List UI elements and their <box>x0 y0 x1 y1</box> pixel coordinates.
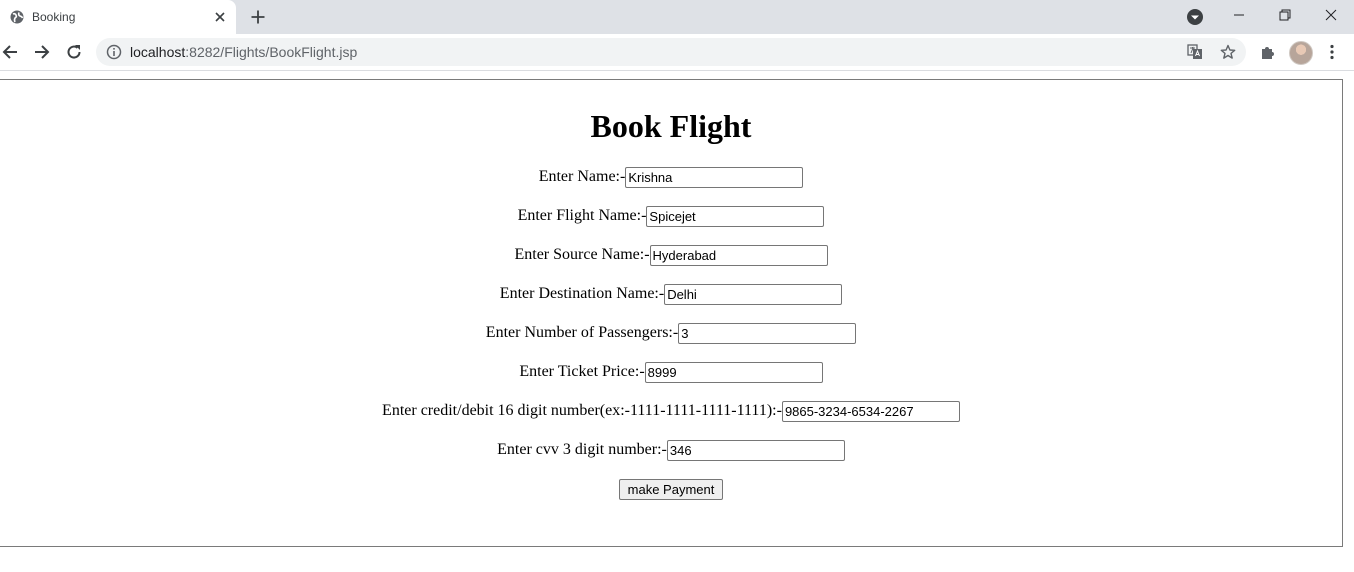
booking-form: Book Flight Enter Name:- Enter Flight Na… <box>0 80 1342 500</box>
make-payment-button[interactable]: make Payment <box>619 479 723 500</box>
bookmark-star-icon[interactable] <box>1219 43 1237 61</box>
name-row: Enter Name:- <box>0 167 1342 188</box>
tab-search-icon[interactable] <box>1186 8 1204 26</box>
url-host: localhost <box>130 44 186 60</box>
card-number-label: Enter credit/debit 16 digit number(ex:-1… <box>382 402 782 420</box>
browser-tab[interactable]: Booking <box>0 0 236 34</box>
passengers-input[interactable] <box>678 323 857 344</box>
cvv-label: Enter cvv 3 digit number:- <box>497 441 667 459</box>
cvv-row: Enter cvv 3 digit number:- <box>0 440 1342 461</box>
address-bar[interactable]: localhost:8282/Flights/BookFlight.jsp <box>96 38 1246 66</box>
price-label: Enter Ticket Price:- <box>519 363 645 381</box>
flight-name-input[interactable] <box>646 206 825 227</box>
page-viewport: Book Flight Enter Name:- Enter Flight Na… <box>0 79 1343 547</box>
profile-avatar[interactable] <box>1289 41 1313 65</box>
site-info-icon[interactable] <box>106 44 122 60</box>
more-menu-icon[interactable] <box>1323 43 1341 61</box>
source-label: Enter Source Name:- <box>514 246 650 264</box>
reload-icon[interactable] <box>62 40 86 64</box>
card-number-row: Enter credit/debit 16 digit number(ex:-1… <box>0 401 1342 422</box>
back-icon[interactable] <box>0 40 22 64</box>
tab-title: Booking <box>32 10 76 24</box>
close-window-icon[interactable] <box>1308 0 1354 30</box>
page-title: Book Flight <box>590 108 752 144</box>
price-input[interactable] <box>644 362 823 383</box>
source-input[interactable] <box>649 245 828 266</box>
source-row: Enter Source Name:- <box>0 245 1342 266</box>
tab-strip: Booking <box>0 0 1354 34</box>
globe-icon <box>9 9 25 25</box>
name-input[interactable] <box>625 167 804 188</box>
destination-input[interactable] <box>664 284 843 305</box>
browser-toolbar: localhost:8282/Flights/BookFlight.jsp <box>0 34 1354 71</box>
restore-icon[interactable] <box>1262 0 1308 30</box>
name-label: Enter Name:- <box>538 168 626 186</box>
url-path: :8282/Flights/BookFlight.jsp <box>185 44 358 60</box>
passengers-row: Enter Number of Passengers:- <box>0 323 1342 344</box>
url-text: localhost:8282/Flights/BookFlight.jsp <box>130 44 357 60</box>
destination-label: Enter Destination Name:- <box>499 285 665 303</box>
destination-row: Enter Destination Name:- <box>0 284 1342 305</box>
translate-icon[interactable] <box>1186 43 1204 61</box>
new-tab-icon[interactable] <box>248 7 268 27</box>
passengers-label: Enter Number of Passengers:- <box>485 324 679 342</box>
card-number-input[interactable] <box>781 401 960 422</box>
forward-icon[interactable] <box>30 40 54 64</box>
cvv-input[interactable] <box>666 440 845 461</box>
flight-name-row: Enter Flight Name:- <box>0 206 1342 227</box>
extensions-puzzle-icon[interactable] <box>1259 43 1277 61</box>
price-row: Enter Ticket Price:- <box>0 362 1342 383</box>
close-tab-icon[interactable] <box>211 8 229 26</box>
minimize-icon[interactable] <box>1216 0 1262 30</box>
flight-name-label: Enter Flight Name:- <box>517 207 647 225</box>
